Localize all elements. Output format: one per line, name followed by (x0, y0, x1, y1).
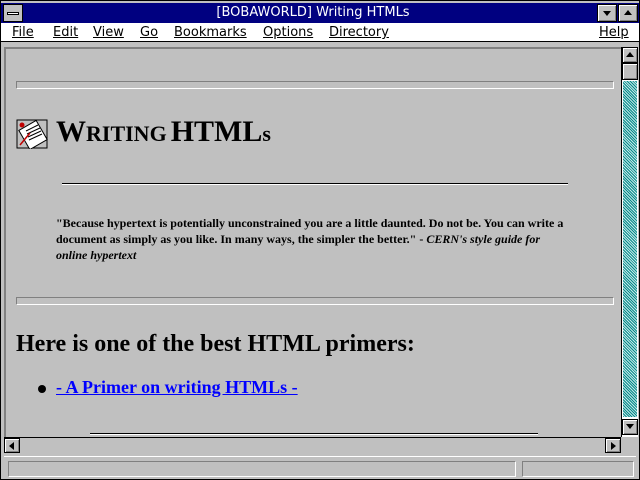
menu-directory-label: Directory (329, 25, 389, 40)
scroll-right-button[interactable] (605, 438, 621, 453)
menu-help-label: Help (599, 25, 629, 40)
title-part-2-rest: s (262, 121, 271, 146)
scroll-down-button[interactable] (622, 419, 638, 435)
scroll-left-button[interactable] (4, 438, 20, 453)
maximize-button[interactable] (618, 4, 638, 22)
primer-link[interactable]: - A Primer on writing HTMLs - (56, 377, 298, 398)
arrow-right-icon (611, 442, 616, 450)
menu-edit-label: Edit (53, 25, 79, 40)
minimize-icon (603, 11, 611, 16)
title-part-1-rest: RITING (86, 121, 167, 146)
horizontal-rule (16, 81, 614, 89)
vertical-scrollbar[interactable] (621, 47, 638, 437)
arrow-left-icon (9, 442, 14, 450)
browser-window: [BOBAWORLD] Writing HTMLs File Edit View… (0, 0, 640, 480)
horizontal-rule (16, 297, 614, 305)
menu-bar: File Edit View Go Bookmarks Options Dire… (1, 23, 639, 42)
menu-file[interactable]: File (12, 25, 34, 40)
title-bar: [BOBAWORLD] Writing HTMLs (1, 3, 639, 23)
quote-block: "Because hypertext is potentially uncons… (56, 215, 566, 263)
document-icon (16, 119, 48, 149)
status-bar (4, 456, 636, 478)
maximize-icon (624, 10, 632, 15)
menu-options-label: Options (263, 25, 314, 40)
menu-go-label: Go (140, 25, 159, 40)
menu-file-label: File (12, 25, 34, 40)
title-part-2-initial: HTML (170, 115, 263, 148)
horizontal-rule (90, 433, 538, 435)
menu-bookmarks-label: Bookmarks (174, 25, 247, 40)
list-bullet (38, 385, 46, 393)
menu-edit[interactable]: Edit (53, 25, 78, 40)
vertical-scroll-thumb[interactable] (622, 63, 638, 80)
menu-directory[interactable]: Directory (329, 25, 389, 40)
menu-view-label: View (93, 25, 124, 40)
title-part-1-initial: W (56, 115, 86, 148)
scroll-up-button[interactable] (622, 47, 638, 63)
arrow-up-icon (626, 52, 634, 57)
arrow-down-icon (626, 424, 634, 429)
system-menu-icon (7, 12, 19, 15)
page-content[interactable]: WRITING HTMLs "Because hypertext is pote… (4, 47, 621, 437)
progress-indicator (522, 461, 634, 477)
menu-help[interactable]: Help (599, 25, 629, 40)
title-underline-rule (62, 183, 568, 185)
vertical-scroll-track[interactable] (623, 81, 637, 417)
system-menu-button[interactable] (3, 4, 23, 22)
menu-options[interactable]: Options (263, 25, 313, 40)
window-title: [BOBAWORLD] Writing HTMLs (216, 5, 410, 20)
status-message (8, 461, 516, 477)
menu-bookmarks[interactable]: Bookmarks (174, 25, 247, 40)
horizontal-scrollbar[interactable] (4, 437, 621, 453)
menu-view[interactable]: View (93, 25, 124, 40)
page-title: WRITING HTMLs (56, 115, 271, 149)
menu-go[interactable]: Go (140, 25, 158, 40)
section-heading: Here is one of the best HTML primers: (16, 331, 415, 357)
minimize-button[interactable] (597, 4, 617, 22)
